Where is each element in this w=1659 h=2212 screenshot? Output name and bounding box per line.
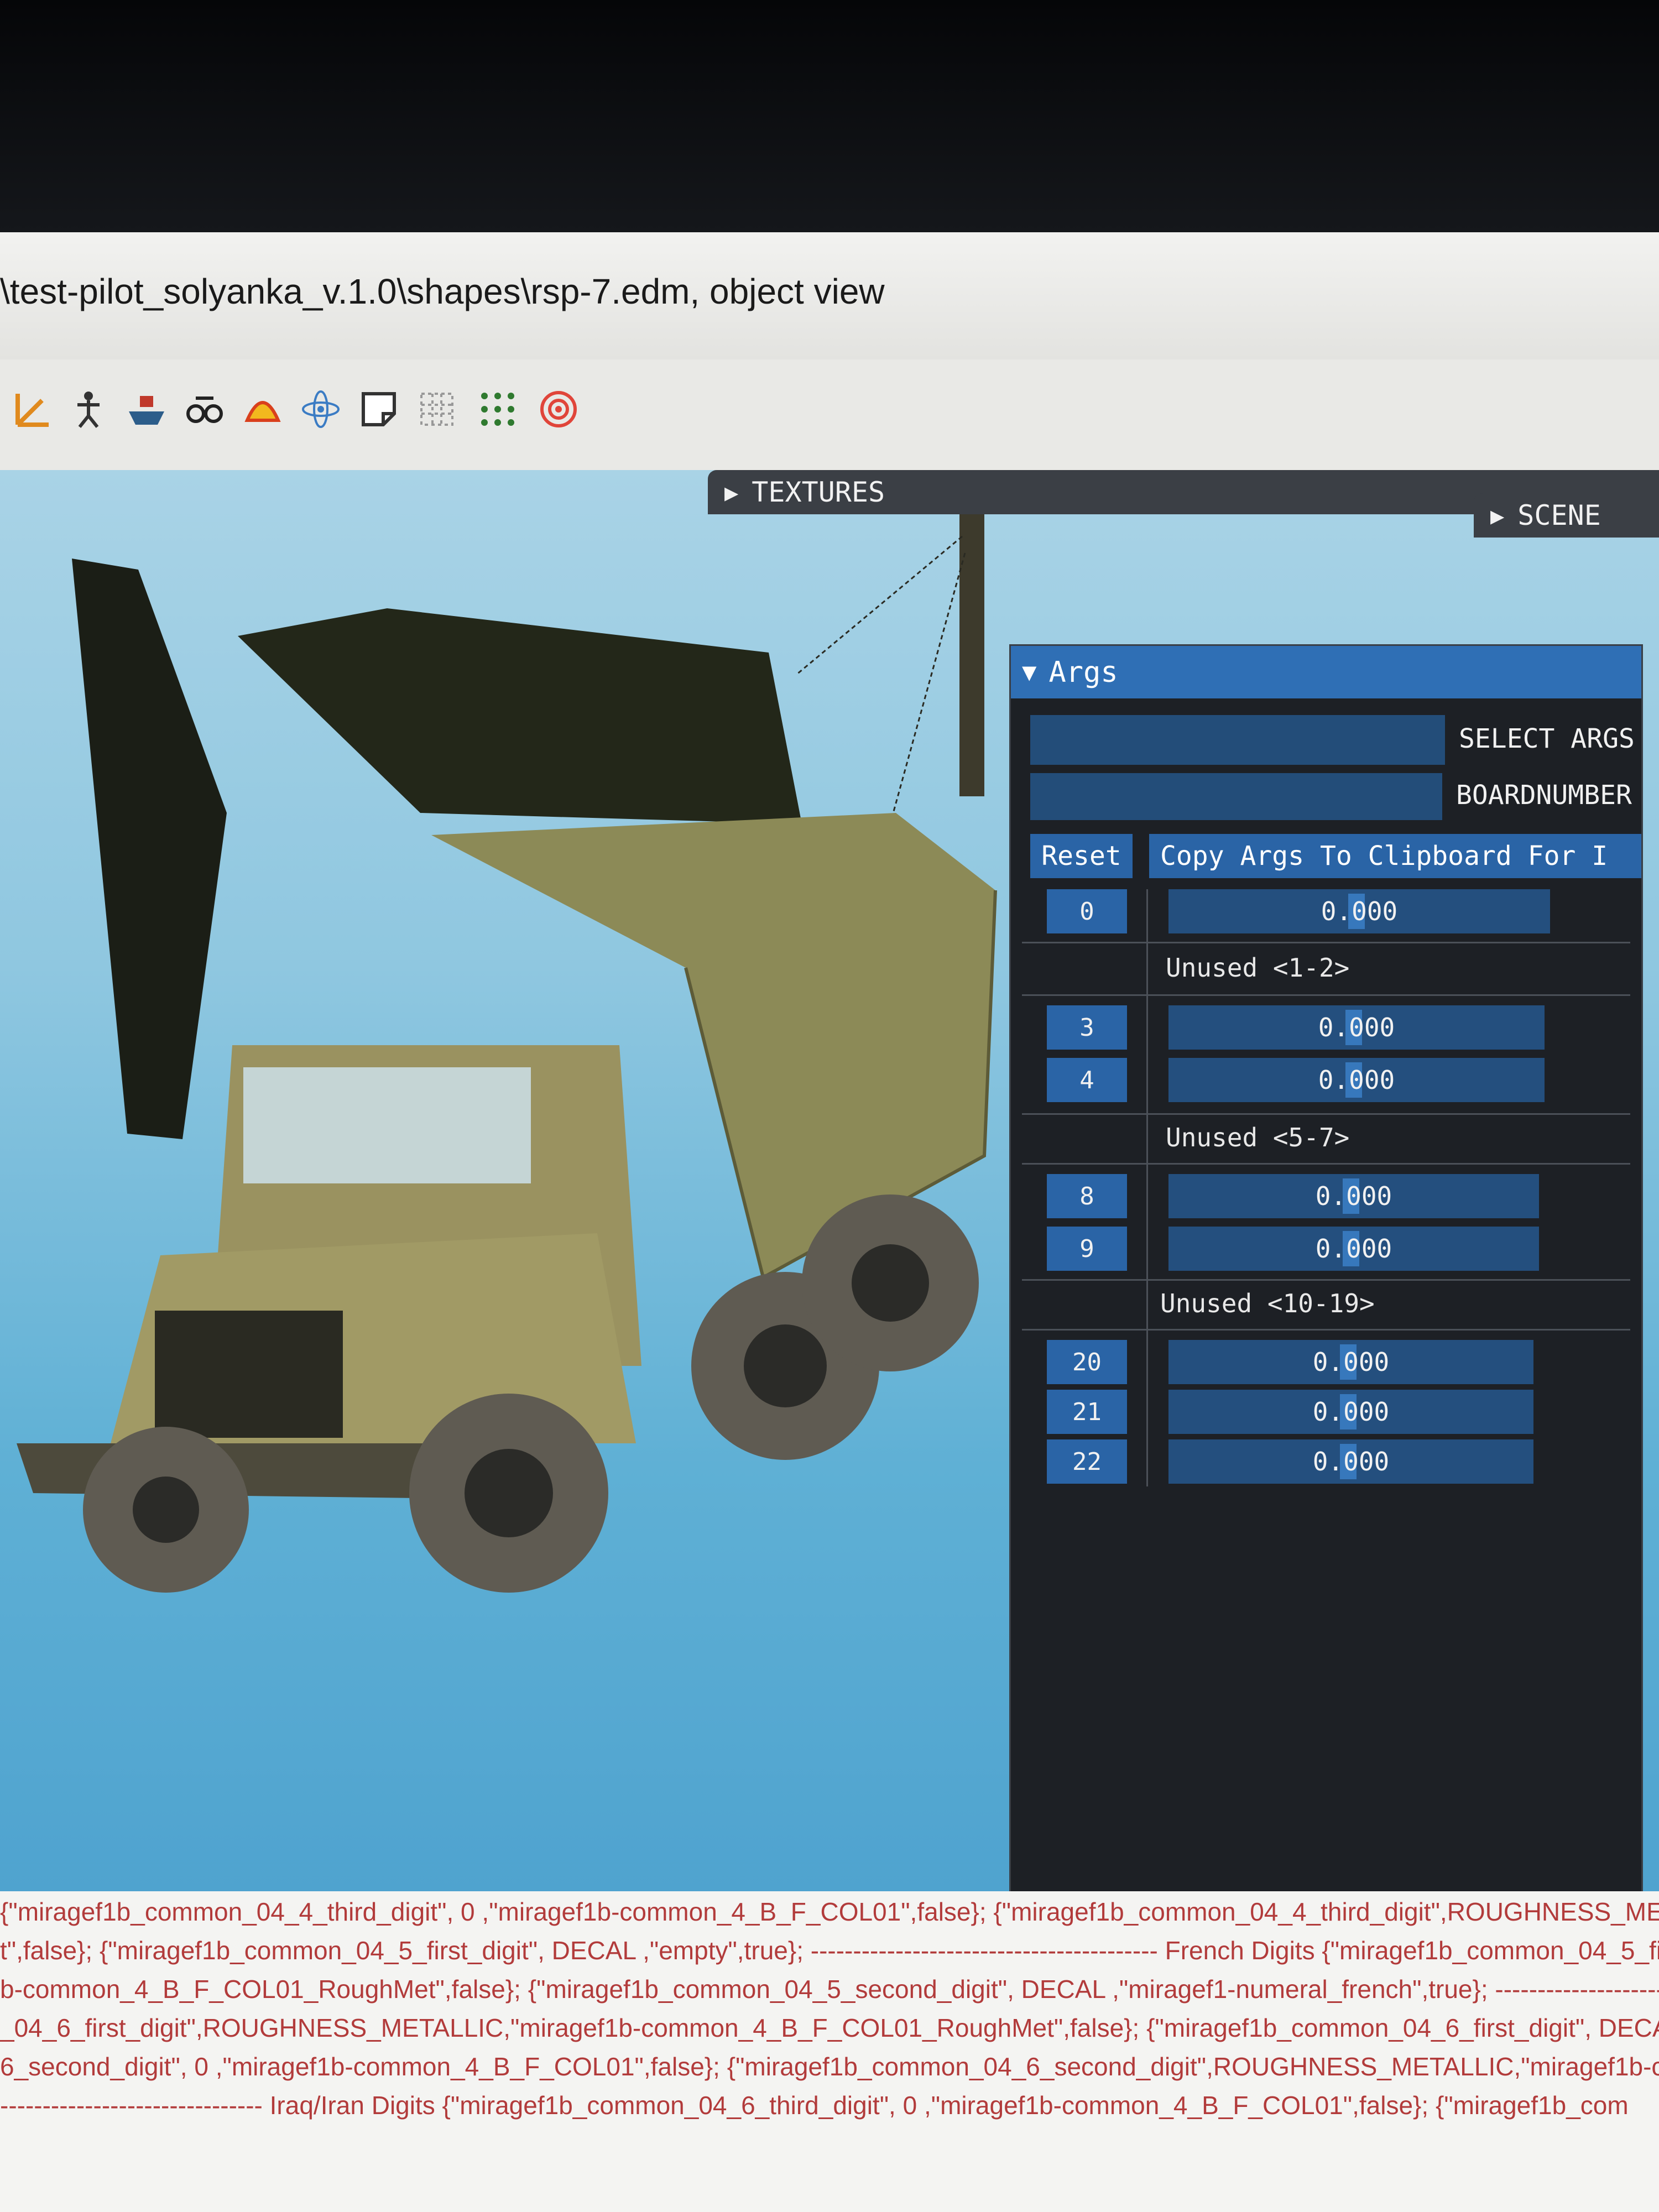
arg-index: 9 [1047,1227,1127,1271]
arg-index: 21 [1047,1390,1127,1434]
arg-slider[interactable]: 0.000 [1168,889,1550,933]
radar-truck-model [17,498,997,1593]
textures-label: TEXTURES [752,476,885,508]
arg-index: 0 [1047,889,1127,933]
arg-value: 0.000 [1321,896,1398,926]
ship-icon[interactable] [124,387,169,431]
unused-group-label: Unused <10-19> [1160,1288,1375,1318]
collapse-triangle-icon: ▼ [1022,658,1037,686]
arg-index: 20 [1047,1340,1127,1384]
console-line: b-common_4_B_F_COL01_RoughMet",false}; {… [0,1975,1659,2004]
copy-args-button[interactable]: Copy Args To Clipboard For I [1149,834,1641,878]
select-args-label: SELECT ARGS [1459,723,1635,754]
arg-index: 8 [1047,1174,1127,1218]
title-bar: \test-pilot_solyanka_v.1.0\shapes\rsp-7.… [0,232,1659,359]
arg-value: 0.000 [1315,1181,1392,1211]
expand-triangle-icon: ▶ [1490,502,1505,529]
monitor-bezel [0,0,1659,232]
scene-panel-toggle[interactable]: ▶ SCENE [1474,493,1659,538]
unused-group-label: Unused <1-2> [1166,953,1350,983]
reset-button[interactable]: Reset [1030,834,1133,878]
arg-value: 0.000 [1315,1234,1392,1264]
arg-value: 0.000 [1318,1013,1395,1042]
arg-slider[interactable]: 0.000 [1168,1058,1545,1102]
arg-slider[interactable]: 0.000 [1168,1439,1533,1484]
axes-icon[interactable] [11,387,55,431]
window-title: \test-pilot_solyanka_v.1.0\shapes\rsp-7.… [0,272,885,311]
arg-slider[interactable]: 0.000 [1168,1390,1533,1434]
args-panel: ▼ Args SELECT ARGS BOARDNUMBER Reset Cop… [1009,644,1643,1936]
console-line: _04_6_first_digit",ROUGHNESS_METALLIC,"m… [0,2013,1659,2042]
dot-grid-icon[interactable] [476,387,520,431]
arg-value: 0.000 [1312,1347,1390,1377]
sticky-note-icon[interactable] [357,387,401,431]
arg-value: 0.000 [1312,1447,1390,1477]
skeleton-icon[interactable] [66,387,111,431]
arg-value: 0.000 [1318,1065,1395,1095]
atom-icon[interactable] [299,387,343,431]
arg-slider[interactable]: 0.000 [1168,1227,1539,1271]
toolbar [0,359,1659,472]
console-line: t",false}; {"miragef1b_common_04_5_first… [0,1936,1659,1965]
args-header[interactable]: ▼ Args [1011,646,1641,698]
console-line: {"miragef1b_common_04_4_third_digit", 0 … [0,1897,1659,1926]
arg-slider[interactable]: 0.000 [1168,1174,1539,1218]
boardnumber-input[interactable] [1030,773,1442,820]
boardnumber-label: BOARDNUMBER [1456,780,1632,811]
arg-slider[interactable]: 0.000 [1168,1340,1533,1384]
console-output[interactable]: {"miragef1b_common_04_4_third_digit", 0 … [0,1891,1659,2212]
arg-slider[interactable]: 0.000 [1168,1005,1545,1050]
expand-triangle-icon: ▶ [724,478,739,506]
console-line: 6_second_digit", 0 ,"miragef1b-common_4_… [0,2052,1659,2081]
unused-group-label: Unused <5-7> [1166,1123,1350,1152]
args-title: Args [1048,655,1118,689]
arg-index: 3 [1047,1005,1127,1050]
binoculars-icon[interactable] [182,387,227,431]
scene-label: SCENE [1517,499,1601,531]
shell-icon[interactable] [241,387,285,431]
grid-icon[interactable] [415,387,459,431]
target-icon[interactable] [536,387,581,431]
arg-index: 22 [1047,1439,1127,1484]
arg-value: 0.000 [1312,1397,1390,1427]
select-args-input[interactable] [1030,715,1445,765]
console-line: ------------------------------- Iraq/Ira… [0,2091,1629,2120]
arg-index: 4 [1047,1058,1127,1102]
